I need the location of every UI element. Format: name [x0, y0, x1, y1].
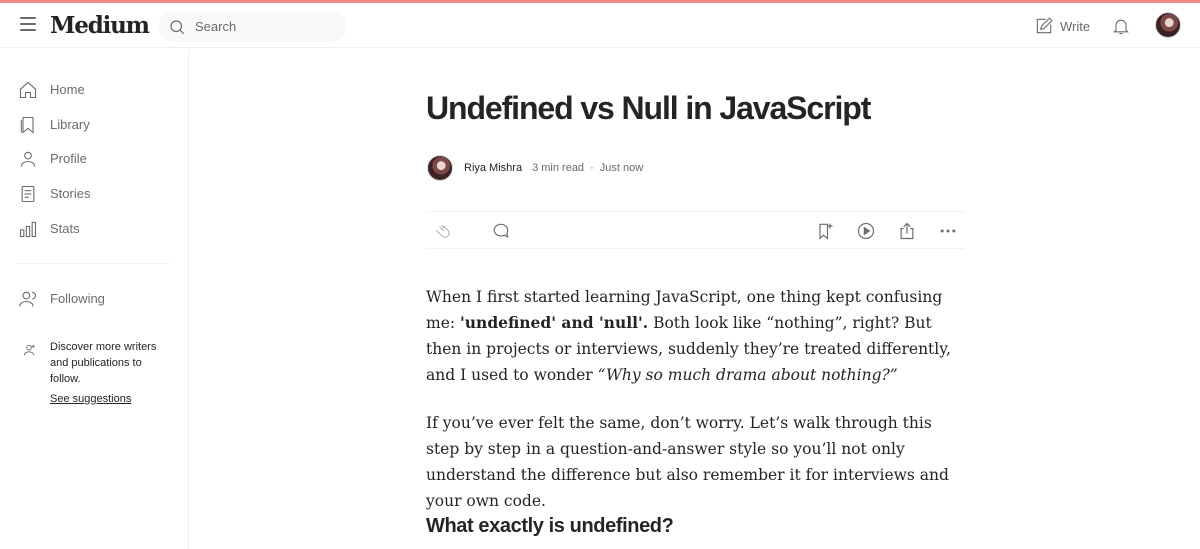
- medium-logo[interactable]: Medium: [50, 12, 150, 39]
- see-suggestions-link[interactable]: See suggestions: [50, 393, 131, 405]
- paragraph-second: If you’ve ever felt the same, don’t worr…: [426, 414, 949, 510]
- italic-text: “Why so much drama about nothing?”: [597, 366, 898, 384]
- write-icon: [1036, 17, 1053, 34]
- home-icon: [19, 81, 37, 99]
- notifications-icon[interactable]: [1111, 15, 1131, 42]
- sidebar-item-label: Profile: [50, 151, 87, 166]
- save-bookmark-icon[interactable]: [815, 221, 835, 241]
- user-icon: [20, 151, 36, 167]
- discover-icon: [23, 344, 35, 356]
- author-name[interactable]: Riya Mishra: [464, 162, 522, 174]
- write-label: Write: [1060, 18, 1091, 34]
- sidebar-item-stats[interactable]: Stats: [18, 217, 80, 241]
- sidebar-item-following[interactable]: Following: [18, 287, 105, 311]
- user-avatar[interactable]: [1155, 12, 1181, 38]
- share-icon[interactable]: [897, 221, 917, 241]
- search-icon: [170, 20, 185, 35]
- top-header: Medium Write: [0, 3, 1200, 48]
- search-bar[interactable]: [158, 11, 347, 42]
- bar-chart-icon: [19, 221, 37, 238]
- sidebar-item-label: Stories: [50, 186, 91, 201]
- following-icon: [19, 291, 36, 307]
- byline: Riya Mishra 3 min read · Just now: [427, 155, 643, 181]
- more-options-icon[interactable]: [938, 221, 958, 241]
- sidebar-item-label: Following: [50, 291, 105, 306]
- publish-time: Just now: [599, 162, 644, 174]
- search-input[interactable]: [195, 17, 335, 36]
- sidebar-item-stories[interactable]: Stories: [18, 182, 90, 206]
- bookmark-icon: [20, 116, 34, 134]
- sidebar-item-library[interactable]: Library: [18, 113, 90, 137]
- sidebar-divider: [18, 263, 170, 264]
- article-title: Undefined vs Null in JavaScript: [426, 90, 871, 126]
- sidebar-item-label: Home: [50, 82, 85, 97]
- discover-text: Discover more writers and publications t…: [50, 341, 157, 385]
- article-action-bar: [426, 211, 964, 249]
- left-sidebar: Home Library Profile Stories Stats Follo…: [0, 49, 189, 549]
- section-heading: What exactly is undefined?: [426, 515, 674, 537]
- sidebar-item-home[interactable]: Home: [18, 78, 85, 102]
- clap-icon[interactable]: [432, 221, 452, 241]
- sidebar-item-label: Stats: [50, 221, 80, 236]
- bold-text: 'undefined' and 'null'.: [460, 313, 649, 332]
- document-icon: [21, 185, 35, 203]
- comment-icon[interactable]: [491, 221, 511, 241]
- separator-dot: ·: [590, 162, 594, 174]
- play-icon[interactable]: [856, 221, 876, 241]
- author-avatar[interactable]: [427, 155, 453, 181]
- sidebar-item-profile[interactable]: Profile: [18, 147, 87, 171]
- read-time: 3 min read: [532, 162, 585, 174]
- paragraph-intro: When I first started learning JavaScript…: [426, 284, 966, 388]
- menu-icon[interactable]: [20, 17, 36, 31]
- sidebar-item-label: Library: [50, 117, 90, 132]
- write-button[interactable]: Write: [1034, 15, 1090, 37]
